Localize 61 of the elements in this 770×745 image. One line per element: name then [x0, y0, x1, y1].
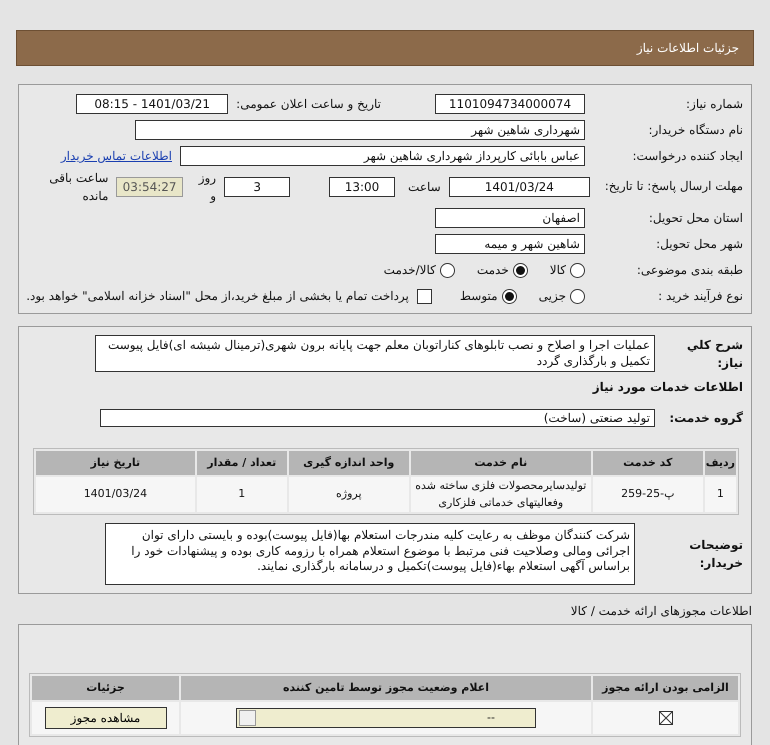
buyer-contact-link[interactable]: اطلاعات تماس خریدار: [60, 147, 172, 165]
days-field: 3: [224, 177, 290, 197]
section-title: اطلاعات مجوزهای ارائه خدمت / کالا: [570, 603, 752, 620]
field-label: طبقه بندی موضوعی:: [636, 262, 743, 279]
column-header: جزئیات: [32, 676, 179, 700]
radio-label: متوسط: [460, 288, 498, 305]
table-cell: 1401/03/24: [36, 477, 195, 512]
radio-button[interactable]: [512, 262, 528, 278]
column-header: الزامی بودن ارائه مجوز: [593, 676, 738, 700]
table-cell: پروژه: [288, 477, 409, 512]
column-header: ردیف: [704, 451, 736, 476]
checkbox[interactable]: [416, 288, 432, 304]
radio-button[interactable]: [570, 262, 585, 278]
column-header: اعلام وضعیت مجوز توسط تامین کننده: [181, 676, 591, 700]
checkbox-label: پرداخت تمام یا بخشی از مبلغ خرید،از محل "اسناد خزانه اسلامی" خواهد بود.: [26, 288, 409, 305]
page-title: جزئیات اطلاعات نیاز: [636, 40, 739, 57]
province-field: اصفهان: [435, 208, 585, 228]
requester-field: عباس بابائی کارپرداز شهرداری شاهین شهر: [180, 146, 585, 166]
column-header: نام خدمت: [410, 451, 591, 476]
field-label: شرح كلي نياز:: [686, 336, 743, 372]
remaining-time-field: 03:54:27: [116, 177, 183, 197]
column-header: تعداد / مقدار: [196, 451, 287, 476]
radio-label: خدمت: [476, 262, 509, 279]
deadline-time-field: 13:00: [328, 177, 396, 197]
field-label: گروه خدمت:: [668, 410, 743, 428]
field-label: روز و: [197, 170, 216, 205]
buyer-notes-text: شرکت کنندگان موظف به رعایت کلیه مندرجات استعلام بها(فایل پیوست)بوده و بایستی دارای توان اجرائی ومالی وصلاحیت فنی مرتبط با موضوع استعلام همراه با رزومه کاری بوده و پیشنهادات خود را براساس آگهی استعلام بهاء(فایل پیوست)تکمیل و درسامانه بارگذاری نمایند.: [105, 523, 635, 586]
radio-label: کالا: [550, 262, 566, 279]
announce-date-field: 1401/03/21 - 08:15: [76, 94, 228, 114]
field-label: ساعت باقی مانده: [48, 170, 108, 205]
field-label: شهر محل تحویل:: [655, 236, 743, 253]
city-field: شاهین شهر و میمه: [435, 234, 585, 254]
column-header: واحد اندازه گیری: [288, 451, 409, 476]
radio-label: کالا/خدمت: [384, 262, 436, 279]
column-header: کد خدمت: [592, 451, 703, 476]
radio-button[interactable]: [570, 288, 585, 304]
buyer-name-field: شهرداری شاهین شهر: [135, 120, 585, 140]
status-dropdown[interactable]: --: [236, 708, 536, 728]
field-label: مهلت ارسال پاسخ: تا تاریخ:: [604, 179, 743, 195]
field-label: نوع فرآیند خرید :: [657, 288, 743, 305]
section-heading: اطلاعات خدمات مورد نیاز: [592, 379, 743, 396]
field-label: تاریخ و ساعت اعلان عمومی:: [236, 96, 381, 113]
field-label: ساعت: [407, 179, 441, 196]
table-cell: تولیدسایرمحصولات فلزی ساخته شده وفعالیتهای خدماتی فلزکاری: [410, 477, 591, 512]
table-cell: 1: [704, 477, 736, 512]
view-permit-button[interactable]: مشاهده مجوز: [44, 707, 166, 730]
service-group-field: تولید صنعتی (ساخت): [100, 409, 655, 428]
deadline-date-field: 1401/03/24: [448, 177, 590, 197]
field-label: نام دستگاه خریدار:: [648, 122, 743, 139]
table-cell: 1: [196, 477, 287, 512]
field-label: ایجاد کننده درخواست:: [631, 148, 743, 165]
need-number-field: 1101094734000074: [435, 94, 585, 114]
column-header: تاریخ نیاز: [36, 451, 195, 476]
field-label: استان محل تحویل:: [648, 210, 743, 227]
radio-label: جزیی: [538, 288, 566, 305]
summary-text: عملیات اجرا و اصلاح و نصب تابلوهای کناراتوبان معلم جهت پایانه برون شهری(ترمینال شیشه ای)فایل پیوست تکمیل و بارگذاری گردد: [95, 335, 655, 372]
field-label: شماره نیاز:: [685, 96, 743, 113]
radio-button[interactable]: [440, 262, 455, 278]
radio-button[interactable]: [502, 288, 517, 304]
field-label: توضیحات خریدار:: [688, 537, 743, 572]
table-cell: پ-25-259: [592, 477, 703, 512]
